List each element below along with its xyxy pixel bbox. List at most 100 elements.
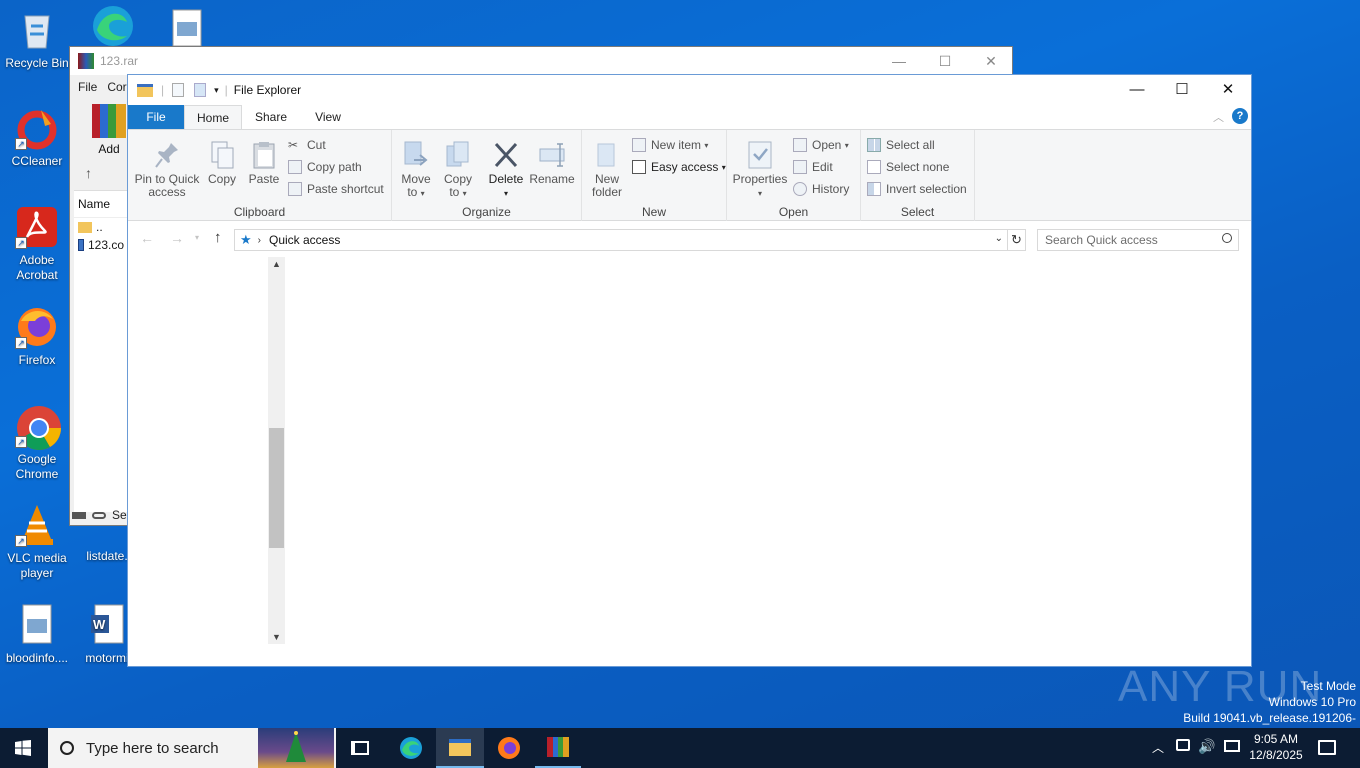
menu-file[interactable]: File <box>78 80 97 94</box>
properties-qat-icon[interactable] <box>172 83 185 97</box>
paste-shortcut-button[interactable]: Paste shortcut <box>288 182 384 196</box>
open-icon <box>793 138 807 152</box>
taskbar-search-box[interactable]: Type here to search <box>48 728 336 768</box>
tab-view[interactable]: View <box>300 105 356 129</box>
help-icon[interactable]: ? <box>1232 108 1248 124</box>
cut-button[interactable]: ✂ Cut <box>288 138 326 152</box>
edit-button[interactable]: Edit <box>793 160 833 174</box>
up-arrow-icon[interactable]: ↑ <box>214 229 222 246</box>
maximize-button[interactable]: ☐ <box>922 47 968 75</box>
test-mode-text: Test Mode <box>1300 679 1356 693</box>
desktop-icon-firefox[interactable]: ↗ Firefox <box>0 305 74 368</box>
list-item[interactable]: .. <box>74 218 128 236</box>
desktop-icon-adobe-acrobat[interactable]: ↗ Adobe Acrobat <box>0 205 74 283</box>
add-button[interactable]: Add <box>90 104 128 156</box>
explorer-titlebar[interactable]: | ▾ | File Explorer — ☐ ✕ <box>128 75 1251 105</box>
firefox-icon: ↗ <box>15 305 59 349</box>
copy-button[interactable]: Copy <box>204 140 240 186</box>
search-box[interactable]: Search Quick access <box>1037 229 1239 251</box>
desktop-icon-vlc[interactable]: ↗ VLC media player <box>0 503 74 581</box>
desktop-icon-google-chrome[interactable]: ↗ Google Chrome <box>0 404 74 482</box>
close-button[interactable]: ✕ <box>968 47 1014 75</box>
address-bar[interactable]: ★ › Quick access ⌄ <box>234 229 1008 251</box>
bloodinfo-label: bloodinfo.... <box>5 651 69 665</box>
back-arrow-icon[interactable]: ← <box>140 230 154 246</box>
tab-home[interactable]: Home <box>184 105 242 129</box>
recent-locations-icon[interactable]: ▾ <box>195 233 199 242</box>
file-explorer-window[interactable]: | ▾ | File Explorer — ☐ ✕ File Home Shar… <box>127 74 1252 667</box>
acrobat-icon: ↗ <box>15 205 59 249</box>
network-icon[interactable] <box>1176 739 1190 751</box>
rename-button[interactable]: Rename <box>528 140 576 186</box>
delete-icon <box>492 140 520 170</box>
forward-arrow-icon[interactable]: → <box>170 230 184 246</box>
minimize-button[interactable]: — <box>876 47 922 75</box>
column-header-name[interactable]: Name <box>74 191 128 218</box>
new-folder-button[interactable]: New folder <box>586 140 628 199</box>
qat-dropdown-icon[interactable]: ▾ <box>214 85 219 96</box>
up-arrow-icon[interactable]: ↑ <box>85 165 92 181</box>
tab-file[interactable]: File <box>128 105 184 129</box>
easy-access-button[interactable]: Easy access ▾ <box>632 160 726 174</box>
list-item[interactable]: 123.co <box>74 236 128 254</box>
listdate-label: listdate. <box>86 549 128 563</box>
taskbar-edge[interactable] <box>388 728 434 768</box>
properties-button[interactable]: Properties ▾ <box>731 140 789 200</box>
paste-button[interactable]: Paste <box>246 140 282 186</box>
copy-path-button[interactable]: Copy path <box>288 160 362 174</box>
history-button[interactable]: History <box>793 182 849 196</box>
new-item-button[interactable]: New item ▾ <box>632 138 708 152</box>
ccleaner-icon: ↗ <box>15 106 59 150</box>
move-to-icon <box>402 140 430 170</box>
open-button[interactable]: Open ▾ <box>793 138 849 152</box>
invert-selection-icon <box>867 182 881 196</box>
desktop-icon-edge[interactable] <box>74 4 148 52</box>
pin-to-quick-access-button[interactable]: Pin to Quick access <box>134 140 200 199</box>
scroll-down-icon[interactable]: ▼ <box>272 632 281 642</box>
clock-date: 12/8/2025 <box>1249 748 1303 762</box>
start-button[interactable] <box>0 728 46 768</box>
chevron-down-icon: ▾ <box>757 189 762 198</box>
edit-icon <box>793 160 807 174</box>
winrar-titlebar[interactable]: 123.rar <box>70 47 1012 75</box>
scroll-up-icon[interactable]: ▲ <box>272 259 281 269</box>
taskbar-winrar[interactable] <box>535 728 581 768</box>
collapse-ribbon-icon[interactable]: ︿ <box>1213 109 1224 125</box>
chevron-down-icon: ▾ <box>503 189 508 198</box>
select-none-button[interactable]: Select none <box>867 160 949 174</box>
task-view-button[interactable] <box>337 728 383 768</box>
move-to-button[interactable]: Move to ▾ <box>396 140 436 200</box>
tab-share[interactable]: Share <box>242 105 300 129</box>
notifications-icon[interactable] <box>1318 740 1336 755</box>
invert-selection-button[interactable]: Invert selection <box>867 182 967 196</box>
copy-to-button[interactable]: Copy to ▾ <box>438 140 478 200</box>
vlc-icon: ↗ <box>15 503 59 547</box>
clipboard-group-label: Clipboard <box>233 205 286 219</box>
show-hidden-icons-icon[interactable]: ︿ <box>1152 739 1164 756</box>
maximize-button[interactable]: ☐ <box>1159 75 1205 105</box>
breadcrumb-quick-access[interactable]: Quick access <box>269 233 340 247</box>
volume-icon[interactable]: 🔊 <box>1198 738 1215 755</box>
ribbon-tabs: File Home Share View ︿ ? <box>128 105 1251 129</box>
desktop-icon-bloodinfo[interactable]: bloodinfo.... <box>0 603 74 666</box>
close-button[interactable]: ✕ <box>1205 75 1251 105</box>
new-folder-qat-icon[interactable] <box>194 83 207 97</box>
scrollbar-thumb[interactable] <box>269 428 284 548</box>
address-dropdown-icon[interactable]: ⌄ <box>995 233 1003 244</box>
select-all-button[interactable]: Select all <box>867 138 935 152</box>
desktop-icon-recycle-bin[interactable]: Recycle Bin <box>0 8 74 71</box>
delete-button[interactable]: Delete ▾ <box>486 140 526 200</box>
taskbar-file-explorer[interactable] <box>436 728 484 768</box>
refresh-button[interactable]: ↻ <box>1007 229 1026 251</box>
menu-commands[interactable]: Cor <box>107 80 126 94</box>
clock[interactable]: 9:05 AM 12/8/2025 <box>1244 731 1308 763</box>
taskbar: Type here to search ︿ 🔊 9:05 AM 12/8/202… <box>0 728 1360 768</box>
minimize-button[interactable]: — <box>1114 75 1160 105</box>
taskbar-firefox[interactable] <box>486 728 532 768</box>
desktop-icon-ccleaner[interactable]: ↗ CCleaner <box>0 106 74 169</box>
folder-icon <box>78 221 92 233</box>
recycle-bin-label: Recycle Bin <box>5 56 69 70</box>
input-indicator-icon[interactable] <box>1224 740 1240 752</box>
organize-group: Move to ▾ Copy to ▾ Delete ▾ Rename Organiz… <box>392 130 582 221</box>
navigation-pane-scrollbar[interactable]: ▲ ▼ <box>268 257 285 644</box>
